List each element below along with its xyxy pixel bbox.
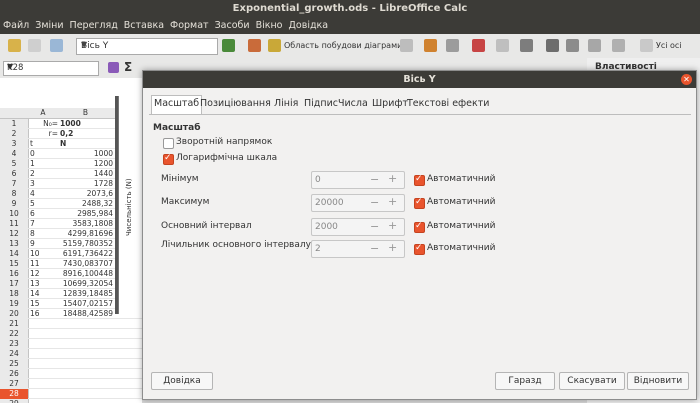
row-header[interactable]: 29 bbox=[0, 399, 29, 403]
help-button[interactable]: Довідка bbox=[151, 372, 213, 390]
window-title: Exponential_growth.ods - LibreOffice Cal… bbox=[232, 3, 468, 14]
dialog-tabs: Масштаб Позиціювання Лінія Підпис Числа … bbox=[149, 94, 691, 115]
axis-dialog: Вісь Y ✕ Масштаб Позиціювання Лінія Підп… bbox=[142, 70, 697, 400]
menu-tools[interactable]: Засоби bbox=[212, 18, 253, 34]
minus-icon[interactable]: − bbox=[370, 196, 379, 209]
reverse-direction-checkbox[interactable] bbox=[163, 138, 174, 149]
maximum-spinfield[interactable]: 20000 − + bbox=[311, 194, 405, 212]
menu-bar: Файл Зміни Перегляд Вставка Формат Засоби Вікн… bbox=[0, 18, 700, 34]
tab-line[interactable]: Лінія bbox=[272, 96, 300, 112]
menu-format[interactable]: Формат bbox=[167, 18, 212, 34]
column-header-a[interactable]: A bbox=[28, 108, 58, 118]
minimum-spinfield[interactable]: 0 − + bbox=[311, 171, 405, 189]
corner-cell[interactable] bbox=[0, 108, 28, 118]
reverse-direction-label[interactable]: Зворотній напрямок bbox=[176, 137, 272, 147]
chart-area-label[interactable]: Область побудови діаграми bbox=[284, 41, 402, 50]
minor-interval-count-auto-label[interactable]: Автоматичний bbox=[427, 243, 496, 253]
minor-interval-count-label: Лічильник основного інтервалу bbox=[161, 240, 311, 250]
minor-interval-count-auto-checkbox[interactable] bbox=[414, 243, 425, 255]
legend-icon[interactable] bbox=[400, 39, 413, 52]
minimum-label: Мінімум bbox=[161, 174, 199, 184]
menu-help[interactable]: Довідка bbox=[285, 18, 331, 34]
data-ranges-icon[interactable] bbox=[472, 39, 485, 52]
menu-window[interactable]: Вікно bbox=[253, 18, 286, 34]
window-titlebar: Exponential_growth.ods - LibreOffice Cal… bbox=[0, 0, 700, 18]
redo-icon[interactable] bbox=[28, 39, 41, 52]
tab-numbers[interactable]: Числа bbox=[336, 96, 370, 112]
minor-interval-count-spinfield[interactable]: 2 − + bbox=[311, 240, 405, 258]
reset-button[interactable]: Відновити bbox=[627, 372, 689, 390]
minus-icon[interactable]: − bbox=[370, 242, 379, 255]
major-interval-auto-label[interactable]: Автоматичний bbox=[427, 221, 496, 231]
undo-icon[interactable] bbox=[8, 39, 21, 52]
all-axes-label[interactable]: Усі осі bbox=[656, 41, 682, 50]
plus-icon[interactable]: + bbox=[388, 195, 397, 208]
menu-insert[interactable]: Вставка bbox=[121, 18, 167, 34]
maximum-value: 20000 bbox=[315, 198, 344, 208]
chart-type-icon[interactable] bbox=[248, 39, 261, 52]
close-icon[interactable]: ✕ bbox=[681, 74, 692, 85]
data-table-icon[interactable] bbox=[446, 39, 459, 52]
maximum-label: Максимум bbox=[161, 197, 210, 207]
cell-b[interactable] bbox=[58, 399, 113, 403]
minimum-auto-label[interactable]: Автоматичний bbox=[427, 174, 496, 184]
grid-vertical-icon[interactable] bbox=[566, 39, 579, 52]
tab-font-effects[interactable]: Текстові ефекти bbox=[405, 96, 491, 112]
toolbar: Вісь Y ▼ Область побудови діаграми Усі о… bbox=[0, 34, 700, 59]
maximum-auto-checkbox[interactable] bbox=[414, 197, 425, 209]
spreadsheet-grid[interactable]: A B 1 N₀= 1000 2 r= 0,2 3 t N 4 0 1000 5 1 1200 6 2 1440 7… bbox=[0, 78, 142, 403]
minus-icon[interactable]: − bbox=[370, 173, 379, 186]
chart-element-select[interactable]: Вісь Y ▼ bbox=[76, 38, 218, 55]
function-wizard-icon[interactable] bbox=[108, 62, 119, 73]
minimum-value: 0 bbox=[315, 175, 321, 185]
plus-icon[interactable]: + bbox=[388, 172, 397, 185]
minimum-auto-checkbox[interactable] bbox=[414, 174, 425, 186]
tab-scale[interactable]: Масштаб bbox=[151, 95, 203, 114]
chart-y-axis-label: Чисельність (N) bbox=[125, 178, 133, 236]
minor-interval-count-value: 2 bbox=[315, 244, 321, 254]
logarithmic-scale-checkbox[interactable] bbox=[163, 153, 174, 165]
plus-icon[interactable]: + bbox=[388, 219, 397, 232]
logarithmic-scale-label[interactable]: Логарифмічна шкала bbox=[176, 153, 277, 163]
format-icon[interactable] bbox=[50, 39, 63, 52]
title-icon[interactable] bbox=[496, 39, 509, 52]
ok-button[interactable]: Гаразд bbox=[495, 372, 555, 390]
plus-icon[interactable]: + bbox=[388, 241, 397, 254]
cell-a[interactable] bbox=[30, 399, 58, 403]
legend-toggle-icon[interactable] bbox=[588, 39, 601, 52]
tab-positioning[interactable]: Позиціювання bbox=[198, 96, 273, 112]
bar-chart-icon[interactable] bbox=[424, 39, 437, 52]
section-title-scale: Масштаб bbox=[153, 123, 201, 133]
major-interval-auto-checkbox[interactable] bbox=[414, 221, 425, 233]
grid-icon[interactable] bbox=[546, 39, 559, 52]
chart-area-icon[interactable] bbox=[268, 39, 281, 52]
chevron-down-icon: ▼ bbox=[81, 40, 88, 49]
name-box[interactable]: K28 ▼ bbox=[3, 61, 99, 76]
format-selection-icon[interactable] bbox=[222, 39, 235, 52]
major-interval-value: 2000 bbox=[315, 222, 338, 232]
all-axes-icon[interactable] bbox=[640, 39, 653, 52]
tab-label[interactable]: Підпис bbox=[302, 96, 340, 112]
menu-edit[interactable]: Зміни bbox=[32, 18, 66, 34]
dialog-titlebar: Вісь Y ✕ bbox=[143, 71, 696, 88]
sum-icon[interactable]: Σ bbox=[124, 60, 132, 74]
column-header-b[interactable]: B bbox=[58, 108, 113, 118]
cancel-button[interactable]: Скасувати bbox=[559, 372, 625, 390]
dialog-title: Вісь Y bbox=[403, 74, 436, 85]
horizontal-grid-icon[interactable] bbox=[612, 39, 625, 52]
chevron-down-icon: ▼ bbox=[7, 62, 14, 71]
axes-icon[interactable] bbox=[520, 39, 533, 52]
chart-preview[interactable]: Чисельність (N) bbox=[118, 96, 142, 314]
menu-view[interactable]: Перегляд bbox=[67, 18, 121, 34]
major-interval-label: Основний інтервал bbox=[161, 221, 252, 231]
maximum-auto-label[interactable]: Автоматичний bbox=[427, 197, 496, 207]
major-interval-spinfield[interactable]: 2000 − + bbox=[311, 218, 405, 236]
minus-icon[interactable]: − bbox=[370, 220, 379, 233]
menu-file[interactable]: Файл bbox=[0, 18, 32, 34]
